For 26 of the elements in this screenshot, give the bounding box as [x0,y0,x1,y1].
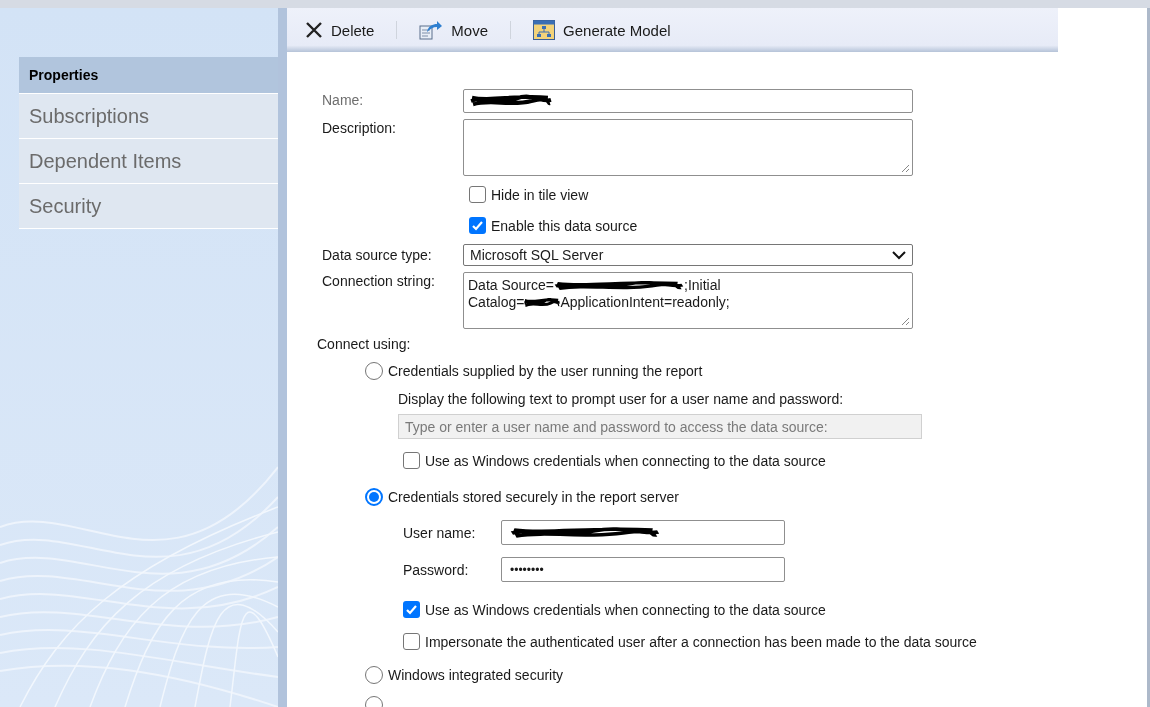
toolbar-button[interactable]: Move [419,20,489,40]
toolbar-button[interactable]: Generate Model [533,20,671,40]
field-label: Connection string: [322,272,436,289]
radio-label: Credentials supplied by the user running the report [388,363,703,379]
password-field[interactable]: •••••••• [501,557,785,582]
field-label: User name: [403,524,477,541]
sidebar-item[interactable]: Properties [19,57,278,94]
connection-string-field[interactable]: Data Source= ;Initial Catalog= ApplicationIntent=readonly; [463,272,913,329]
field-label: Description: [322,119,397,136]
sidebar-item[interactable]: Security [19,184,278,229]
toolbar-button[interactable]: Delete [305,21,375,39]
data-source-type-dropdown[interactable]: Microsoft SQL Server [463,244,913,266]
prompt-label: Display the following text to prompt user for a user name and password: [398,391,845,407]
checkbox-label: Use as Windows credentials when connecting to the data source [425,601,826,618]
sidebar-item[interactable]: Subscriptions [19,94,278,139]
field-label: Name: [322,91,365,108]
checkbox-label: Hide in tile view [491,186,589,203]
checkbox-label: Use as Windows credentials when connecting to the data source [425,452,826,469]
radio-label: Credentials stored securely in the report server [388,489,680,505]
radio-label: Windows integrated security [388,667,564,683]
checkbox-label: Enable this data source [491,217,638,234]
field-label: Data source type: [322,246,433,263]
field-label: Password: [403,561,470,578]
section-label: Connect using: [317,336,412,352]
sidebar-item[interactable]: Dependent Items [19,139,278,184]
checkbox-label: Impersonate the authenticated user after a connection has been made to the data source [425,633,977,650]
